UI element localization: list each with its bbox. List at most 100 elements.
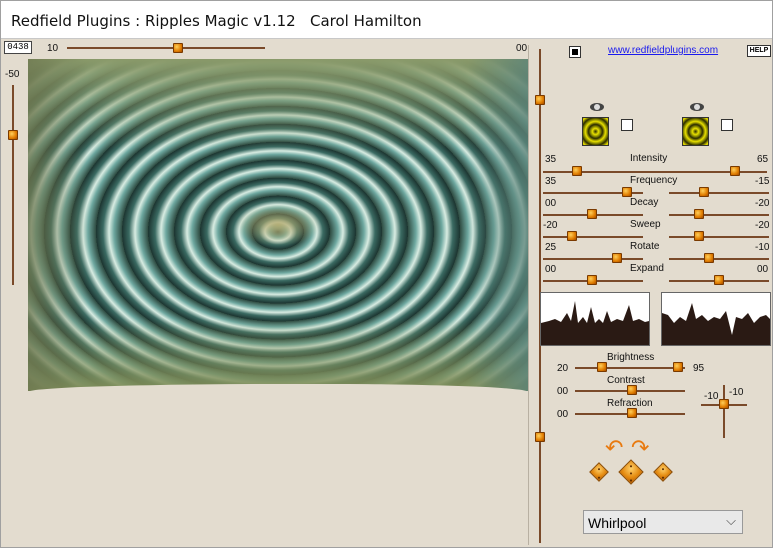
decay-label: Decay: [630, 197, 659, 208]
eye-pupil: [594, 104, 600, 110]
decay-right-thumb[interactable]: [694, 209, 704, 219]
swirl-thumbnail-left[interactable]: [582, 117, 609, 146]
contrast-slider-thumb[interactable]: [627, 385, 637, 395]
decay-right-value: -20: [755, 198, 770, 209]
sweep-right-thumb[interactable]: [694, 231, 704, 241]
eye-pupil: [694, 104, 700, 110]
preview-shade: [28, 319, 528, 391]
checkbox-left[interactable]: [621, 119, 633, 131]
random-large-dice-icon[interactable]: [618, 459, 644, 485]
decay-right-track[interactable]: [669, 214, 769, 216]
website-link[interactable]: www.redfieldplugins.com: [608, 45, 718, 56]
left-slider-track[interactable]: [12, 85, 14, 285]
random-small-dice-icon[interactable]: [589, 462, 609, 482]
undo-arrow-icon[interactable]: ↶: [605, 437, 623, 459]
dice-pip: [629, 464, 633, 468]
eye-icon[interactable]: [690, 103, 704, 111]
expand-left-thumb[interactable]: [587, 275, 597, 285]
rotate-right-thumb[interactable]: [704, 253, 714, 263]
waveform-right[interactable]: [661, 292, 771, 346]
preview-shade: [28, 59, 528, 149]
dice-pip: [661, 467, 665, 471]
rotate-label: Rotate: [630, 241, 660, 252]
color-swatch[interactable]: [569, 46, 581, 58]
right-vertical-slider-thumb-2[interactable]: [535, 432, 545, 442]
preview-shade: [28, 59, 88, 391]
dice-pip: [629, 472, 633, 475]
frequency-right-thumb[interactable]: [699, 187, 709, 197]
crosshair-x-label: -10: [704, 391, 719, 402]
decay-left-value: 00: [545, 198, 557, 209]
color-swatch-fill: [572, 49, 578, 55]
sweep-left-value: -20: [543, 220, 558, 231]
sweep-right-value: -20: [755, 220, 770, 231]
dice-pip: [597, 467, 601, 471]
brightness-slider-thumb-right[interactable]: [673, 362, 683, 372]
intensity-right-value: 65: [757, 154, 769, 165]
preview-shade: [468, 59, 528, 391]
sweep-label: Sweep: [630, 219, 661, 230]
checkbox-right[interactable]: [721, 119, 733, 131]
window-title: Redfield Plugins : Ripples Magic v1.12 C…: [11, 12, 422, 30]
swirl-thumbnail-right[interactable]: [682, 117, 709, 146]
brightness-label: Brightness: [607, 352, 655, 363]
title-bar: Redfield Plugins : Ripples Magic v1.12 C…: [1, 1, 772, 39]
top-slider-track[interactable]: [67, 47, 265, 49]
random-small-dice-icon-2[interactable]: [653, 462, 673, 482]
refraction-left-value: 00: [557, 409, 569, 420]
brightness-slider-track[interactable]: [575, 367, 685, 369]
dice-pip: [629, 479, 633, 482]
rotate-left-value: 25: [545, 242, 557, 253]
frequency-left-thumb[interactable]: [622, 187, 632, 197]
waveform-right-graphic: [662, 303, 770, 345]
crosshair-vertical-track[interactable]: [723, 385, 725, 438]
intensity-label: Intensity: [630, 153, 668, 164]
intensity-slider-thumb-right[interactable]: [730, 166, 740, 176]
waveform-left-graphic: [541, 301, 649, 345]
plugin-window: Redfield Plugins : Ripples Magic v1.12 C…: [0, 0, 773, 548]
crosshair-y-label: -10: [729, 387, 744, 398]
sweep-left-thumb[interactable]: [567, 231, 577, 241]
frequency-right-value: -15: [755, 176, 770, 187]
rotate-left-track[interactable]: [543, 258, 643, 260]
frequency-right-track[interactable]: [669, 192, 769, 194]
panel-divider: [528, 45, 529, 545]
preset-dropdown-value: Whirlpool: [588, 515, 647, 531]
dice-pip: [661, 476, 665, 480]
dice-pip: [597, 476, 601, 480]
waveform-left[interactable]: [540, 292, 650, 346]
left-slider-thumb[interactable]: [8, 130, 18, 140]
help-button[interactable]: HELP: [747, 45, 771, 57]
intensity-slider-thumb-left[interactable]: [572, 166, 582, 176]
rotate-right-value: -10: [755, 242, 770, 253]
eye-icon[interactable]: [590, 103, 604, 111]
expand-right-thumb[interactable]: [714, 275, 724, 285]
refraction-slider-thumb[interactable]: [627, 408, 637, 418]
top-slider-max-label: 00: [516, 43, 528, 54]
chevron-down-icon: ⌵: [726, 513, 736, 528]
sweep-right-track[interactable]: [669, 236, 769, 238]
top-slider-min-label: 10: [47, 43, 59, 54]
redo-arrow-icon[interactable]: ↷: [631, 437, 649, 459]
seed-field[interactable]: 0438: [4, 41, 32, 54]
preset-dropdown[interactable]: Whirlpool ⌵: [583, 510, 743, 534]
brightness-right-value: 95: [693, 363, 705, 374]
frequency-left-value: 35: [545, 176, 557, 187]
intensity-left-value: 35: [545, 154, 557, 165]
rotate-right-track[interactable]: [669, 258, 769, 260]
decay-left-thumb[interactable]: [587, 209, 597, 219]
sweep-left-track[interactable]: [543, 236, 643, 238]
expand-left-value: 00: [545, 264, 557, 275]
brightness-left-value: 20: [557, 363, 569, 374]
left-slider-label: -50: [5, 69, 20, 80]
expand-right-value: 00: [757, 264, 769, 275]
top-slider-thumb[interactable]: [173, 43, 183, 53]
preview-image[interactable]: [28, 59, 528, 391]
expand-label: Expand: [630, 263, 664, 274]
crosshair-thumb[interactable]: [719, 399, 729, 409]
rotate-left-thumb[interactable]: [612, 253, 622, 263]
frequency-label: Frequency: [630, 175, 678, 186]
right-vertical-slider-thumb[interactable]: [535, 95, 545, 105]
brightness-slider-thumb-left[interactable]: [597, 362, 607, 372]
contrast-left-value: 00: [557, 386, 569, 397]
